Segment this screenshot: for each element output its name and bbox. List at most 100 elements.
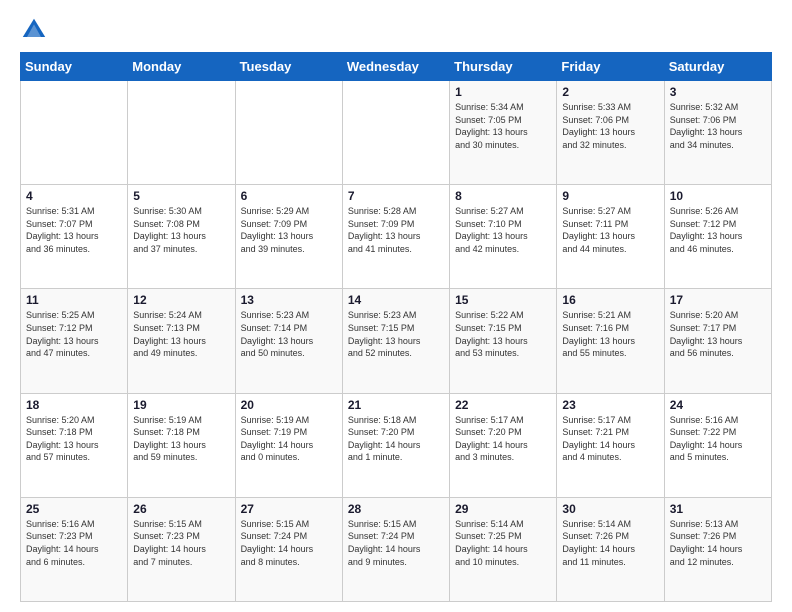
calendar-cell: 23 Sunrise: 5:17 AM Sunset: 7:21 PM Dayli… xyxy=(557,393,664,497)
calendar-cell: 31 Sunrise: 5:13 AM Sunset: 7:26 PM Dayli… xyxy=(664,497,771,601)
day-header-tuesday: Tuesday xyxy=(235,53,342,81)
day-info: Sunrise: 5:32 AM Sunset: 7:06 PM Dayligh… xyxy=(670,101,766,151)
calendar-cell: 3 Sunrise: 5:32 AM Sunset: 7:06 PM Daylig… xyxy=(664,81,771,185)
day-number: 26 xyxy=(133,502,229,516)
day-number: 25 xyxy=(26,502,122,516)
day-info: Sunrise: 5:13 AM Sunset: 7:26 PM Dayligh… xyxy=(670,518,766,568)
day-number: 11 xyxy=(26,293,122,307)
day-number: 24 xyxy=(670,398,766,412)
calendar-cell: 9 Sunrise: 5:27 AM Sunset: 7:11 PM Daylig… xyxy=(557,185,664,289)
calendar-cell: 27 Sunrise: 5:15 AM Sunset: 7:24 PM Dayli… xyxy=(235,497,342,601)
calendar-cell: 18 Sunrise: 5:20 AM Sunset: 7:18 PM Dayli… xyxy=(21,393,128,497)
day-info: Sunrise: 5:14 AM Sunset: 7:26 PM Dayligh… xyxy=(562,518,658,568)
day-number: 10 xyxy=(670,189,766,203)
day-number: 19 xyxy=(133,398,229,412)
calendar-cell: 15 Sunrise: 5:22 AM Sunset: 7:15 PM Dayli… xyxy=(450,289,557,393)
calendar-cell: 11 Sunrise: 5:25 AM Sunset: 7:12 PM Dayli… xyxy=(21,289,128,393)
calendar-cell: 1 Sunrise: 5:34 AM Sunset: 7:05 PM Daylig… xyxy=(450,81,557,185)
day-number: 12 xyxy=(133,293,229,307)
day-info: Sunrise: 5:34 AM Sunset: 7:05 PM Dayligh… xyxy=(455,101,551,151)
calendar-cell: 2 Sunrise: 5:33 AM Sunset: 7:06 PM Daylig… xyxy=(557,81,664,185)
calendar-week-5: 25 Sunrise: 5:16 AM Sunset: 7:23 PM Dayli… xyxy=(21,497,772,601)
day-info: Sunrise: 5:21 AM Sunset: 7:16 PM Dayligh… xyxy=(562,309,658,359)
calendar-week-2: 4 Sunrise: 5:31 AM Sunset: 7:07 PM Daylig… xyxy=(21,185,772,289)
calendar-cell: 29 Sunrise: 5:14 AM Sunset: 7:25 PM Dayli… xyxy=(450,497,557,601)
day-number: 28 xyxy=(348,502,444,516)
day-info: Sunrise: 5:22 AM Sunset: 7:15 PM Dayligh… xyxy=(455,309,551,359)
calendar-week-3: 11 Sunrise: 5:25 AM Sunset: 7:12 PM Dayli… xyxy=(21,289,772,393)
day-info: Sunrise: 5:16 AM Sunset: 7:22 PM Dayligh… xyxy=(670,414,766,464)
day-header-friday: Friday xyxy=(557,53,664,81)
calendar-week-1: 1 Sunrise: 5:34 AM Sunset: 7:05 PM Daylig… xyxy=(21,81,772,185)
day-number: 16 xyxy=(562,293,658,307)
day-number: 3 xyxy=(670,85,766,99)
calendar-cell xyxy=(342,81,449,185)
calendar-cell: 12 Sunrise: 5:24 AM Sunset: 7:13 PM Dayli… xyxy=(128,289,235,393)
day-number: 4 xyxy=(26,189,122,203)
day-info: Sunrise: 5:27 AM Sunset: 7:11 PM Dayligh… xyxy=(562,205,658,255)
calendar-cell: 17Sunrise: 5:20 AM Sunset: 7:17 PM Dayli… xyxy=(664,289,771,393)
day-number: 17 xyxy=(670,293,766,307)
day-number: 7 xyxy=(348,189,444,203)
day-info: Sunrise: 5:17 AM Sunset: 7:21 PM Dayligh… xyxy=(562,414,658,464)
day-header-saturday: Saturday xyxy=(664,53,771,81)
day-info: Sunrise: 5:31 AM Sunset: 7:07 PM Dayligh… xyxy=(26,205,122,255)
calendar-body: 1 Sunrise: 5:34 AM Sunset: 7:05 PM Daylig… xyxy=(21,81,772,602)
calendar-cell: 26Sunrise: 5:15 AM Sunset: 7:23 PM Dayli… xyxy=(128,497,235,601)
day-info: Sunrise: 5:16 AM Sunset: 7:23 PM Dayligh… xyxy=(26,518,122,568)
day-number: 22 xyxy=(455,398,551,412)
calendar-cell: 20Sunrise: 5:19 AM Sunset: 7:19 PM Dayli… xyxy=(235,393,342,497)
day-info: Sunrise: 5:18 AM Sunset: 7:20 PM Dayligh… xyxy=(348,414,444,464)
day-info: Sunrise: 5:23 AM Sunset: 7:14 PM Dayligh… xyxy=(241,309,337,359)
calendar-cell: 16 Sunrise: 5:21 AM Sunset: 7:16 PM Dayli… xyxy=(557,289,664,393)
day-number: 9 xyxy=(562,189,658,203)
header xyxy=(20,16,772,44)
day-number: 20 xyxy=(241,398,337,412)
day-number: 5 xyxy=(133,189,229,203)
day-header-thursday: Thursday xyxy=(450,53,557,81)
day-info: Sunrise: 5:20 AM Sunset: 7:18 PM Dayligh… xyxy=(26,414,122,464)
day-info: Sunrise: 5:25 AM Sunset: 7:12 PM Dayligh… xyxy=(26,309,122,359)
day-info: Sunrise: 5:33 AM Sunset: 7:06 PM Dayligh… xyxy=(562,101,658,151)
calendar-cell: 21 Sunrise: 5:18 AM Sunset: 7:20 PM Dayli… xyxy=(342,393,449,497)
calendar-cell: 13 Sunrise: 5:23 AM Sunset: 7:14 PM Dayli… xyxy=(235,289,342,393)
day-number: 29 xyxy=(455,502,551,516)
day-number: 2 xyxy=(562,85,658,99)
day-number: 13 xyxy=(241,293,337,307)
calendar-cell: 8Sunrise: 5:27 AM Sunset: 7:10 PM Daylig… xyxy=(450,185,557,289)
day-header-monday: Monday xyxy=(128,53,235,81)
day-header-wednesday: Wednesday xyxy=(342,53,449,81)
calendar-cell: 10 Sunrise: 5:26 AM Sunset: 7:12 PM Dayli… xyxy=(664,185,771,289)
day-number: 6 xyxy=(241,189,337,203)
day-number: 14 xyxy=(348,293,444,307)
calendar-cell: 7 Sunrise: 5:28 AM Sunset: 7:09 PM Daylig… xyxy=(342,185,449,289)
calendar-cell: 6Sunrise: 5:29 AM Sunset: 7:09 PM Daylig… xyxy=(235,185,342,289)
day-info: Sunrise: 5:14 AM Sunset: 7:25 PM Dayligh… xyxy=(455,518,551,568)
calendar-cell: 14 Sunrise: 5:23 AM Sunset: 7:15 PM Dayli… xyxy=(342,289,449,393)
calendar-cell: 4 Sunrise: 5:31 AM Sunset: 7:07 PM Daylig… xyxy=(21,185,128,289)
day-number: 21 xyxy=(348,398,444,412)
calendar-week-4: 18 Sunrise: 5:20 AM Sunset: 7:18 PM Dayli… xyxy=(21,393,772,497)
day-number: 31 xyxy=(670,502,766,516)
calendar-table: SundayMondayTuesdayWednesdayThursdayFrid… xyxy=(20,52,772,602)
calendar-cell: 30Sunrise: 5:14 AM Sunset: 7:26 PM Dayli… xyxy=(557,497,664,601)
day-number: 1 xyxy=(455,85,551,99)
logo xyxy=(20,16,52,44)
day-info: Sunrise: 5:28 AM Sunset: 7:09 PM Dayligh… xyxy=(348,205,444,255)
day-info: Sunrise: 5:15 AM Sunset: 7:24 PM Dayligh… xyxy=(241,518,337,568)
calendar-header: SundayMondayTuesdayWednesdayThursdayFrid… xyxy=(21,53,772,81)
calendar-cell: 25 Sunrise: 5:16 AM Sunset: 7:23 PM Dayli… xyxy=(21,497,128,601)
calendar-cell: 5Sunrise: 5:30 AM Sunset: 7:08 PM Daylig… xyxy=(128,185,235,289)
day-number: 27 xyxy=(241,502,337,516)
day-number: 23 xyxy=(562,398,658,412)
calendar-cell: 28Sunrise: 5:15 AM Sunset: 7:24 PM Dayli… xyxy=(342,497,449,601)
day-info: Sunrise: 5:23 AM Sunset: 7:15 PM Dayligh… xyxy=(348,309,444,359)
day-number: 15 xyxy=(455,293,551,307)
day-number: 8 xyxy=(455,189,551,203)
logo-icon xyxy=(20,16,48,44)
calendar-cell: 24 Sunrise: 5:16 AM Sunset: 7:22 PM Dayli… xyxy=(664,393,771,497)
day-info: Sunrise: 5:24 AM Sunset: 7:13 PM Dayligh… xyxy=(133,309,229,359)
day-info: Sunrise: 5:26 AM Sunset: 7:12 PM Dayligh… xyxy=(670,205,766,255)
day-number: 18 xyxy=(26,398,122,412)
calendar-cell: 19Sunrise: 5:19 AM Sunset: 7:18 PM Dayli… xyxy=(128,393,235,497)
